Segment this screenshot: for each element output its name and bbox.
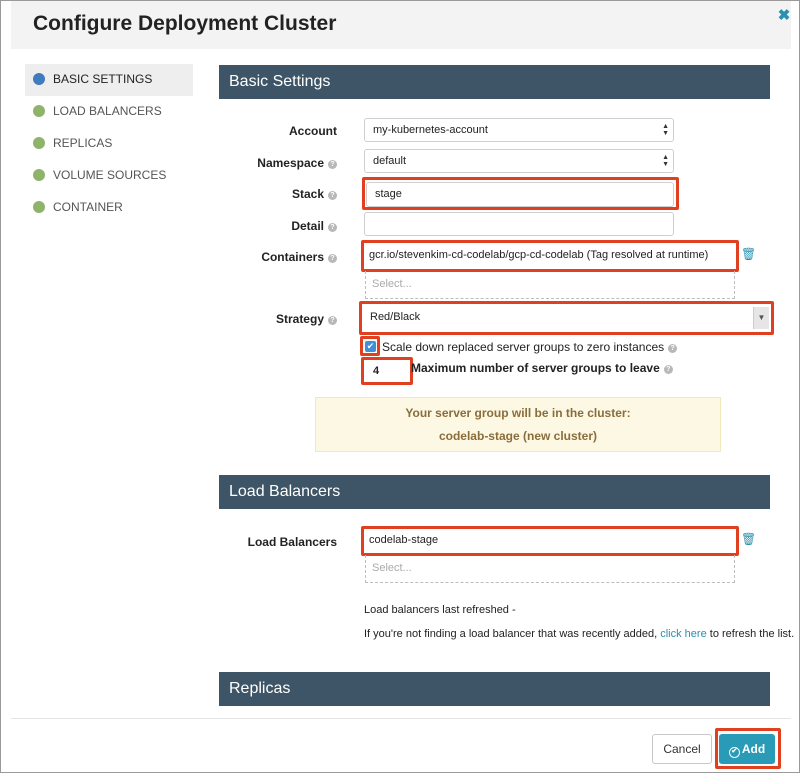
help-icon[interactable]: ? [663, 365, 673, 374]
refresh-hint-text: If you're not finding a load balancer th… [364, 628, 661, 640]
status-dot-icon [33, 105, 45, 117]
help-icon[interactable]: ? [328, 223, 337, 232]
containers-label: Containers [261, 250, 324, 264]
stack-label-row: Stack? [177, 187, 337, 201]
stack-label: Stack [291, 187, 324, 201]
highlight-box [362, 177, 679, 210]
highlight-box [361, 526, 739, 556]
trash-icon[interactable]: 🗑 [741, 247, 756, 261]
section-header-load-balancers: Load Balancers [219, 475, 770, 509]
account-value: my-kubernetes-account [373, 124, 488, 136]
refresh-hint-tail: to refresh the list. [706, 628, 795, 640]
scale-down-label: Scale down replaced server groups to zer… [382, 340, 665, 354]
status-dot-icon [33, 73, 45, 85]
sidebar-item-label: BASIC SETTINGS [53, 72, 153, 86]
highlight-box [359, 301, 774, 335]
help-icon[interactable]: ? [328, 191, 337, 200]
account-select[interactable]: my-kubernetes-account ▲ ▼ [364, 118, 674, 142]
cluster-info-box: Your server group will be in the cluster… [315, 397, 721, 452]
section-header-replicas: Replicas [219, 672, 770, 706]
detail-label: Detail [291, 219, 324, 233]
sidebar-item-label: CONTAINER [53, 200, 123, 214]
strategy-label-row: Strategy? [177, 312, 337, 326]
load-balancer-select[interactable]: Select... [365, 555, 735, 583]
sidebar-nav: BASIC SETTINGS LOAD BALANCERS REPLICAS V… [25, 64, 193, 224]
dialog-header: Configure Deployment Cluster [11, 1, 791, 49]
close-icon[interactable]: ✖ [777, 8, 791, 23]
containers-select[interactable]: Select... [365, 271, 735, 299]
help-icon[interactable]: ? [668, 344, 678, 353]
help-icon[interactable]: ? [328, 316, 337, 325]
highlight-box [360, 336, 380, 356]
section-header-basic-settings: Basic Settings [219, 65, 770, 99]
footer-divider [11, 718, 791, 719]
namespace-label: Namespace [257, 156, 324, 170]
containers-label-row: Containers? [177, 250, 337, 264]
max-groups-label: Maximum number of server groups to leave [411, 361, 660, 375]
help-icon[interactable]: ? [328, 160, 337, 169]
trash-icon[interactable]: 🗑 [741, 532, 756, 546]
highlight-box [361, 240, 739, 272]
scale-down-label-row: Scale down replaced server groups to zer… [382, 340, 678, 354]
namespace-label-row: Namespace? [177, 156, 337, 170]
sidebar-item-container[interactable]: CONTAINER [25, 192, 193, 224]
refresh-link[interactable]: click here [660, 628, 706, 640]
cluster-info-line2: codelab-stage (new cluster) [438, 429, 598, 443]
sidebar-item-label: REPLICAS [53, 136, 113, 150]
refresh-status: Load balancers last refreshed - [364, 604, 516, 616]
dialog-title: Configure Deployment Cluster [33, 12, 337, 35]
account-label: Account [289, 124, 337, 138]
strategy-label: Strategy [275, 312, 324, 326]
sidebar-item-replicas[interactable]: REPLICAS [25, 128, 193, 160]
load-balancers-label: Load Balancers [247, 535, 337, 549]
sidebar-item-basic-settings[interactable]: BASIC SETTINGS [25, 64, 193, 96]
cluster-info-line1: Your server group will be in the cluster… [405, 406, 631, 420]
status-dot-icon [33, 137, 45, 149]
sidebar-item-label: VOLUME SOURCES [53, 168, 167, 182]
sidebar-item-label: LOAD BALANCERS [53, 104, 162, 118]
detail-input[interactable] [364, 212, 674, 236]
sidebar-item-load-balancers[interactable]: LOAD BALANCERS [25, 96, 193, 128]
refresh-hint: If you're not finding a load balancer th… [364, 628, 794, 640]
dialog: Configure Deployment Cluster ✖ BASIC SET… [0, 0, 800, 773]
cancel-button[interactable]: Cancel [652, 734, 712, 764]
highlight-box [361, 357, 413, 385]
namespace-value: default [373, 155, 407, 167]
help-icon[interactable]: ? [328, 254, 337, 263]
select-arrows-icon: ▲ ▼ [662, 123, 669, 137]
max-groups-label-row: Maximum number of server groups to leave… [411, 361, 673, 375]
sidebar-item-volume-sources[interactable]: VOLUME SOURCES [25, 160, 193, 192]
detail-label-row: Detail? [177, 219, 337, 233]
status-dot-icon [33, 201, 45, 213]
highlight-box [715, 728, 781, 769]
select-arrows-icon: ▲ ▼ [662, 154, 669, 168]
namespace-select[interactable]: default ▲ ▼ [364, 149, 674, 173]
status-dot-icon [33, 169, 45, 181]
